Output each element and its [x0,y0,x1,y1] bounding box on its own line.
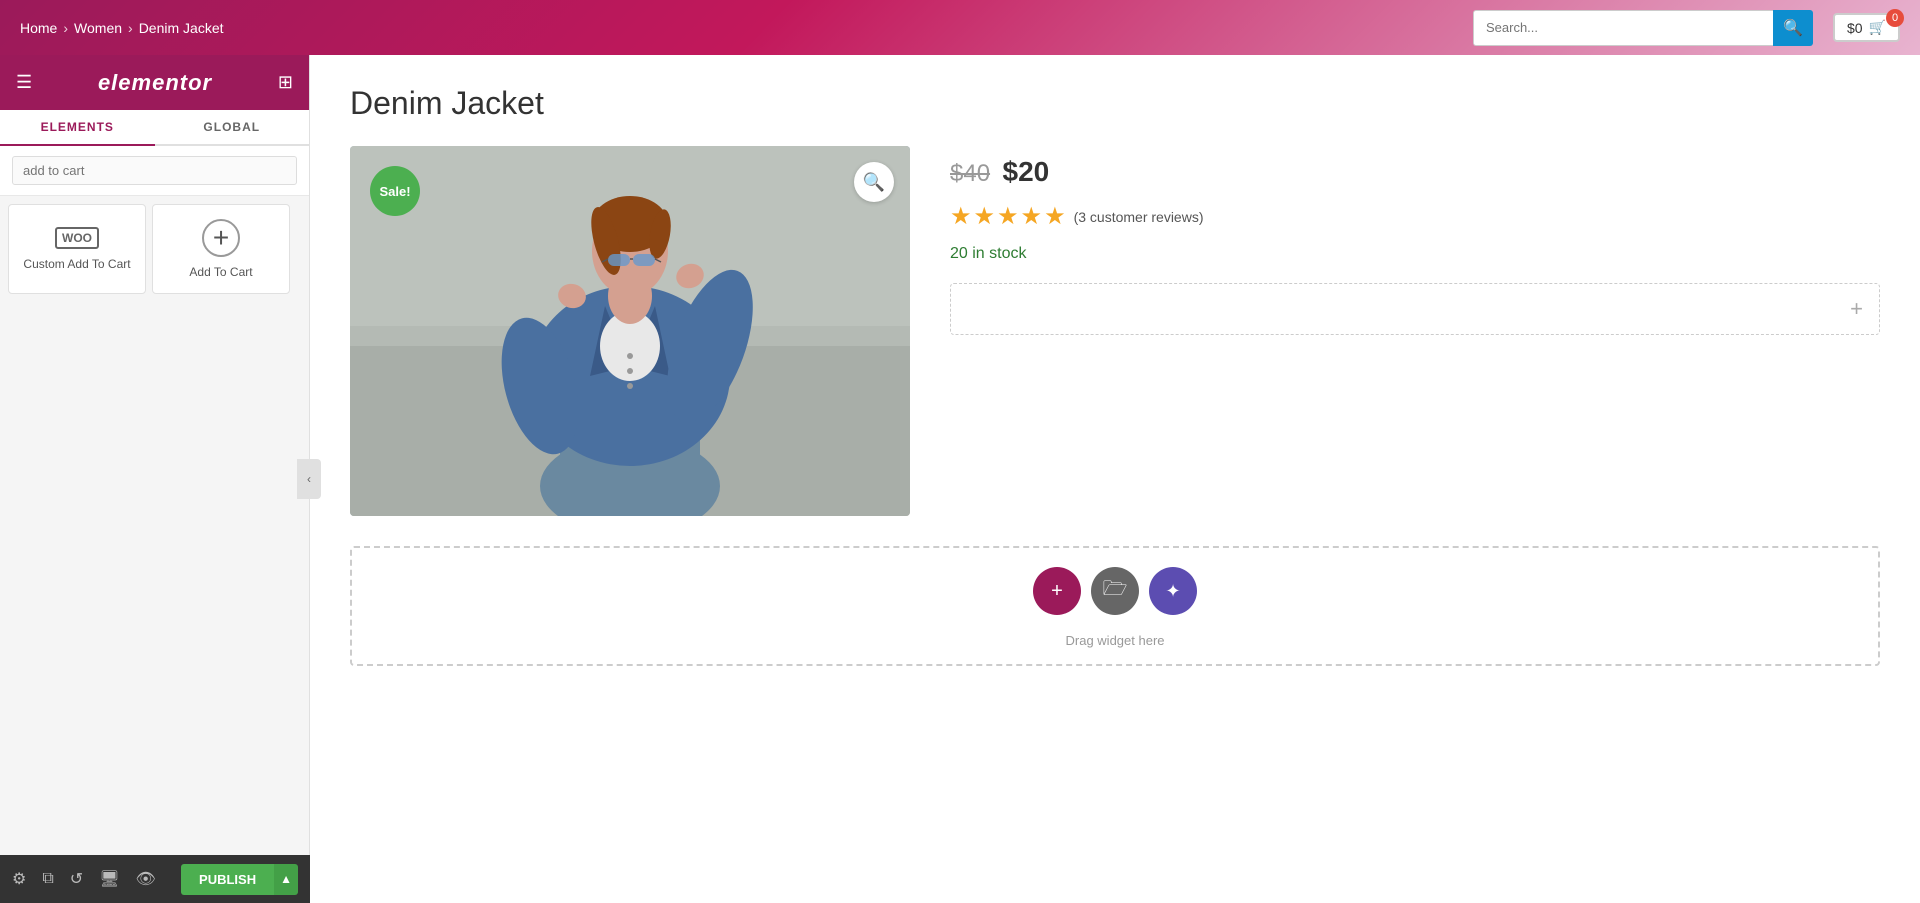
breadcrumb-sep-2: › [128,20,133,36]
add-to-cart-section[interactable]: + [950,283,1880,335]
nav-breadcrumb: Home › Women › Denim Jacket [20,20,1453,36]
price-current: $20 [1003,156,1050,187]
collapse-handle[interactable]: ‹ [297,459,321,499]
tab-global[interactable]: GLOBAL [155,110,310,144]
bottom-toolbar: ⚙ ⧉ ↺ 🖥 👁 PUBLISH ▲ [0,855,310,903]
template-folder-button[interactable]: 🗁 [1091,567,1139,615]
top-navigation: Home › Women › Denim Jacket 🔍 $0 🛒 0 [0,0,1920,55]
drop-zone-actions: + 🗁 ✦ [1033,567,1197,615]
cart-badge: 0 [1886,9,1904,27]
publish-dropdown-button[interactable]: ▲ [274,864,298,895]
product-image-svg [350,146,910,516]
sidebar-search-wrapper [0,146,309,196]
widget-custom-add-to-cart[interactable]: WOO Custom Add To Cart [8,204,146,294]
rating-text: (3 customer reviews) [1074,209,1204,225]
circle-plus-icon: + [202,219,240,257]
price-row: $40 $20 [950,156,1880,188]
plus-icon: + [1051,580,1063,603]
publish-button[interactable]: PUBLISH [181,864,274,895]
rating-row: ★★★★★ (3 customer reviews) [950,202,1880,231]
sidebar-header-icons: ⊞ [278,72,293,93]
search-button[interactable]: 🔍 [1773,10,1813,46]
widget-grid: WOO Custom Add To Cart + Add To Cart [0,196,309,302]
stock-text: 20 in stock [950,245,1880,263]
sidebar-header: ☰ elementor ⊞ [0,55,309,110]
cart-amount: $0 [1847,20,1863,36]
desktop-icon[interactable]: 🖥 [99,869,119,889]
search-input[interactable] [1473,10,1773,46]
elementor-icon: ✦ [1165,581,1180,602]
drop-zone: + 🗁 ✦ Drag widget here [350,546,1880,666]
search-bar: 🔍 [1473,10,1813,46]
add-section-plus-icon: + [1850,296,1863,322]
add-element-button[interactable]: + [1033,567,1081,615]
product-title: Denim Jacket [350,85,1880,122]
eye-icon[interactable]: 👁 [136,869,156,889]
price-original: $40 [950,160,990,187]
elementor-ai-button[interactable]: ✦ [1149,567,1197,615]
tab-elements[interactable]: ELEMENTS [0,110,155,146]
cart-button[interactable]: $0 🛒 0 [1833,13,1900,42]
widget-custom-add-to-cart-label: Custom Add To Cart [23,257,130,271]
sidebar-search-input[interactable] [12,156,297,185]
product-main: Sale! 🔍 [350,146,1880,516]
sidebar-tabs: ELEMENTS GLOBAL [0,110,309,146]
drag-hint: Drag widget here [1066,633,1165,648]
rating-stars: ★★★★★ [950,202,1068,231]
product-page: Denim Jacket Sale! 🔍 [310,55,1920,546]
widget-add-to-cart-label: Add To Cart [189,265,252,279]
sidebar-logo: elementor [98,70,212,96]
layers-icon[interactable]: ⧉ [42,870,53,888]
breadcrumb-home[interactable]: Home [20,20,57,36]
image-search-icon[interactable]: 🔍 [854,162,894,202]
grid-icon[interactable]: ⊞ [278,72,293,93]
product-image-wrap: Sale! 🔍 [350,146,910,516]
publish-group: PUBLISH ▲ [181,864,298,895]
hamburger-icon[interactable]: ☰ [16,72,32,93]
breadcrumb-sep-1: › [63,20,68,36]
widget-add-to-cart[interactable]: + Add To Cart [152,204,290,294]
sale-badge: Sale! [370,166,420,216]
woo-icon: WOO [55,227,99,249]
breadcrumb-current: Denim Jacket [139,20,224,36]
folder-icon: 🗁 [1103,574,1128,608]
sidebar: ☰ elementor ⊞ ELEMENTS GLOBAL WOO Custom… [0,55,310,903]
cart-icon: 🛒 [1869,19,1886,36]
settings-icon[interactable]: ⚙ [12,869,26,889]
main-content: Denim Jacket Sale! 🔍 [310,55,1920,903]
product-info: $40 $20 ★★★★★ (3 customer reviews) 20 in… [950,146,1880,335]
history-icon[interactable]: ↺ [70,869,83,889]
product-image [350,146,910,516]
breadcrumb-women[interactable]: Women [74,20,122,36]
main-layout: ☰ elementor ⊞ ELEMENTS GLOBAL WOO Custom… [0,55,1920,903]
